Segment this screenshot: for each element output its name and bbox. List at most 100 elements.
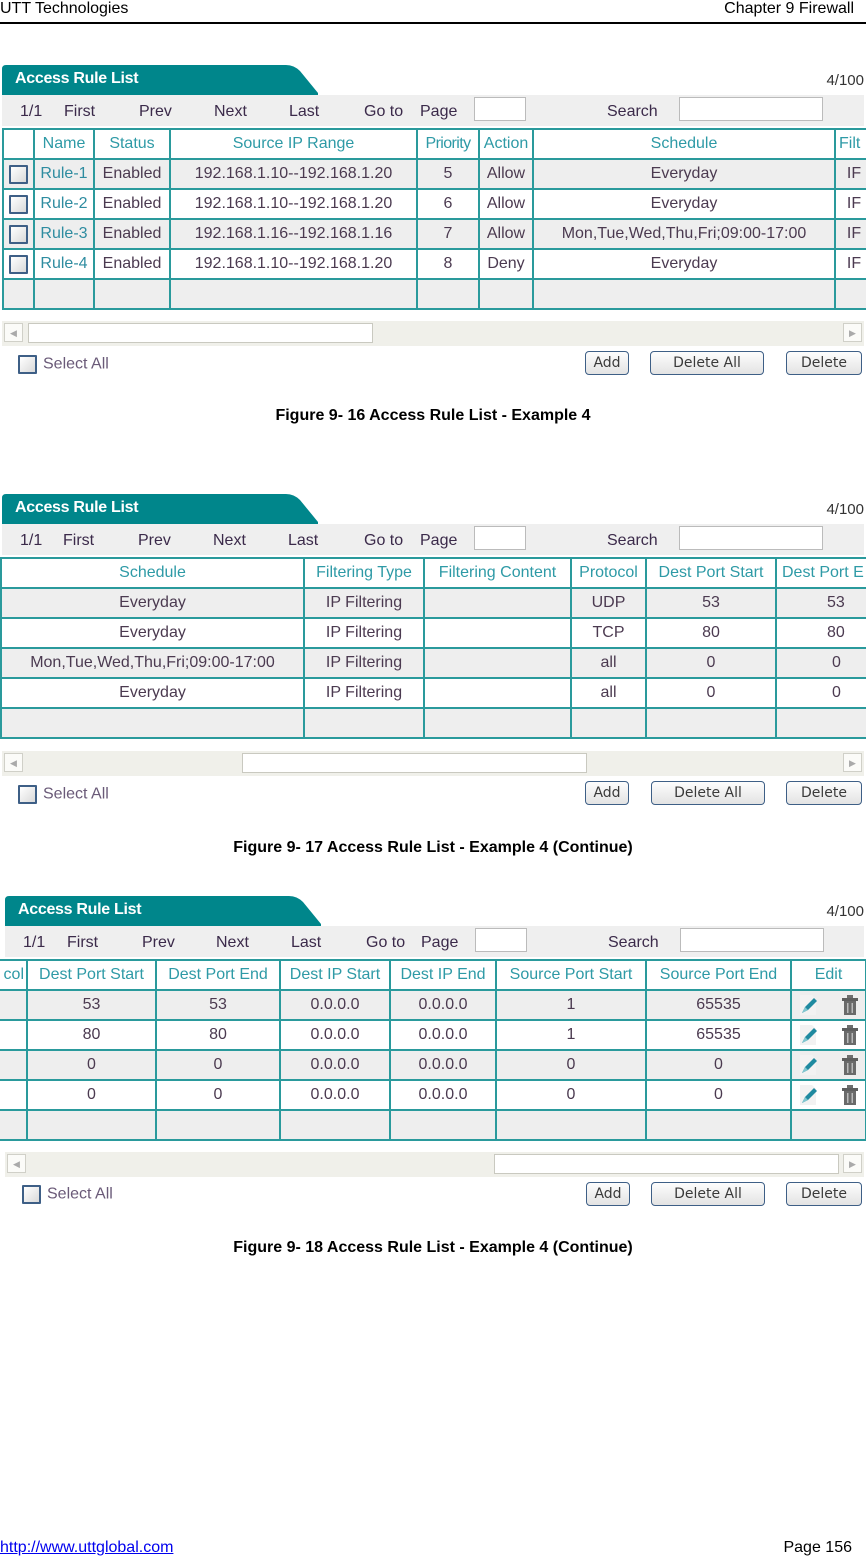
scroll-left-arrow-icon[interactable]: ◀ (7, 1154, 26, 1173)
search-input[interactable] (680, 928, 824, 952)
delete-trash-icon[interactable] (839, 1053, 861, 1077)
add-button[interactable]: Add (586, 1182, 630, 1206)
horizontal-scrollbar[interactable]: ◀ ▶ (2, 751, 864, 776)
scroll-left-arrow-icon[interactable]: ◀ (4, 753, 23, 772)
header-source-port-end[interactable]: Source Port End (645, 959, 792, 991)
scroll-right-arrow-icon[interactable]: ▶ (843, 1154, 862, 1173)
filtering-content-cell (423, 617, 572, 649)
header-filtering-content[interactable]: Filtering Content (423, 557, 572, 589)
next-link[interactable]: Next (213, 532, 246, 550)
select-all[interactable]: Select All (22, 1185, 113, 1204)
edit-pencil-icon[interactable] (796, 993, 820, 1017)
next-link[interactable]: Next (216, 934, 249, 952)
horizontal-scrollbar[interactable]: ◀ ▶ (2, 321, 864, 346)
prev-link[interactable]: Prev (142, 934, 175, 952)
header-schedule[interactable]: Schedule (0, 557, 305, 589)
header-protocol[interactable]: col (0, 959, 28, 991)
header-dest-port-start[interactable]: Dest Port Start (26, 959, 157, 991)
select-all-checkbox[interactable] (18, 355, 37, 374)
scroll-right-arrow-icon[interactable]: ▶ (843, 323, 862, 342)
prev-link[interactable]: Prev (139, 103, 172, 121)
delete-trash-icon[interactable] (839, 1023, 861, 1047)
edit-pencil-icon[interactable] (796, 1053, 820, 1077)
empty-row (2, 278, 866, 310)
header-source-ip-range[interactable]: Source IP Range (169, 128, 418, 160)
header-dest-port-end[interactable]: Dest Port E (775, 557, 866, 589)
edit-pencil-icon[interactable] (796, 1083, 820, 1107)
row-checkbox[interactable] (9, 254, 28, 274)
goto-link[interactable]: Go to (366, 934, 405, 952)
last-link[interactable]: Last (291, 934, 321, 952)
scroll-left-arrow-icon[interactable]: ◀ (4, 323, 23, 342)
row-checkbox[interactable] (9, 164, 28, 184)
first-link[interactable]: First (67, 934, 98, 952)
search-input[interactable] (679, 97, 823, 121)
goto-link[interactable]: Go to (364, 532, 403, 550)
page-input[interactable] (475, 928, 527, 952)
header-filtering-type[interactable]: Filtering Type (303, 557, 425, 589)
rule-name-link[interactable]: Rule-1 (33, 158, 95, 190)
page-input[interactable] (474, 97, 526, 121)
empty-cell (155, 1109, 281, 1141)
header-action[interactable]: Action (478, 128, 534, 160)
header-filtering-type[interactable]: Filt (834, 128, 866, 160)
scroll-thumb[interactable] (494, 1154, 839, 1174)
header-status[interactable]: Status (93, 128, 171, 160)
delete-all-button[interactable]: Delete All (651, 1182, 765, 1206)
filter-cell: IF (834, 218, 866, 250)
header-dest-ip-end[interactable]: Dest IP End (389, 959, 497, 991)
website-link[interactable]: http://www.uttglobal.com (0, 1539, 173, 1557)
header-dest-port-start[interactable]: Dest Port Start (645, 557, 777, 589)
delete-button[interactable]: Delete (786, 781, 862, 805)
delete-all-button[interactable]: Delete All (650, 351, 764, 375)
delete-button[interactable]: Delete (786, 351, 862, 375)
scroll-right-arrow-icon[interactable]: ▶ (843, 753, 862, 772)
last-link[interactable]: Last (288, 532, 318, 550)
schedule-cell: Everyday (0, 617, 305, 649)
select-all[interactable]: Select All (18, 355, 109, 374)
next-link[interactable]: Next (214, 103, 247, 121)
goto-link[interactable]: Go to (364, 103, 403, 121)
header-protocol[interactable]: Protocol (570, 557, 647, 589)
prev-link[interactable]: Prev (138, 532, 171, 550)
select-all-checkbox[interactable] (22, 1185, 41, 1204)
header-source-port-start[interactable]: Source Port Start (495, 959, 647, 991)
delete-trash-icon[interactable] (839, 1083, 861, 1107)
header-priority[interactable]: Priority (416, 128, 480, 160)
table-row: Rule-1 Enabled 192.168.1.10--192.168.1.2… (2, 158, 866, 190)
delete-all-button[interactable]: Delete All (651, 781, 765, 805)
first-link[interactable]: First (63, 532, 94, 550)
add-button[interactable]: Add (585, 781, 629, 805)
search-input[interactable] (679, 526, 823, 550)
table-row: 80 80 0.0.0.0 0.0.0.0 1 65535 (0, 1019, 866, 1051)
rule-name-link[interactable]: Rule-2 (33, 188, 95, 220)
select-all-label: Select All (47, 1185, 113, 1203)
select-all-checkbox[interactable] (18, 785, 37, 804)
page-input[interactable] (474, 526, 526, 550)
scroll-thumb[interactable] (242, 753, 587, 773)
row-checkbox-cell (2, 158, 35, 190)
add-button[interactable]: Add (585, 351, 629, 375)
horizontal-scrollbar[interactable]: ◀ ▶ (5, 1152, 864, 1177)
delete-button[interactable]: Delete (786, 1182, 862, 1206)
edit-pencil-icon[interactable] (796, 1023, 820, 1047)
scroll-thumb[interactable] (28, 323, 373, 343)
header-schedule[interactable]: Schedule (532, 128, 836, 160)
figure-9-16: Access Rule List 4/100 1/1 First Prev Ne… (0, 65, 866, 405)
delete-trash-icon[interactable] (839, 993, 861, 1017)
priority-cell: 6 (416, 188, 480, 220)
table-row: Everyday IP Filtering all 0 0 (0, 677, 866, 709)
header-dest-ip-start[interactable]: Dest IP Start (279, 959, 391, 991)
rule-name-link[interactable]: Rule-4 (33, 248, 95, 280)
select-all[interactable]: Select All (18, 785, 109, 804)
first-link[interactable]: First (64, 103, 95, 121)
empty-cell (26, 1109, 157, 1141)
search-label: Search (607, 532, 658, 549)
priority-cell: 8 (416, 248, 480, 280)
row-checkbox[interactable] (9, 224, 28, 244)
row-checkbox[interactable] (9, 194, 28, 214)
rule-name-link[interactable]: Rule-3 (33, 218, 95, 250)
header-dest-port-end[interactable]: Dest Port End (155, 959, 281, 991)
header-name[interactable]: Name (33, 128, 95, 160)
last-link[interactable]: Last (289, 103, 319, 121)
